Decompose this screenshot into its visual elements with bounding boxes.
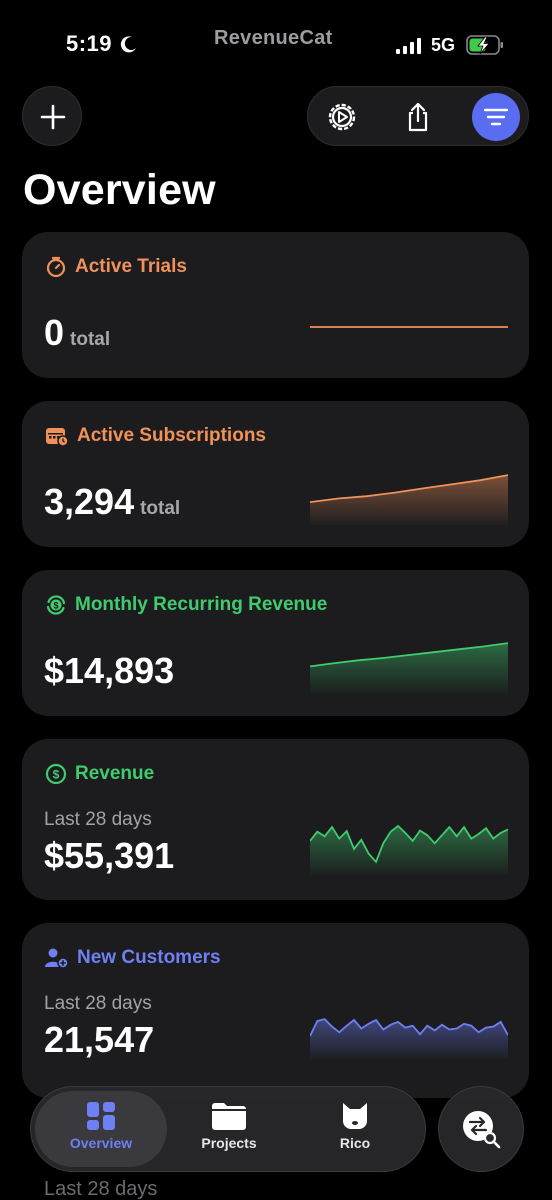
tab-projects[interactable]: Projects (163, 1091, 295, 1167)
tab-label: Overview (69, 1135, 133, 1151)
card-title: New Customers (77, 947, 221, 968)
top-toolbar (307, 86, 529, 146)
share-button[interactable] (394, 93, 442, 141)
card-value: 3,294 total (44, 481, 181, 522)
recurring-dollar-icon: $ (46, 595, 66, 615)
filter-icon (483, 108, 509, 126)
mrr-card[interactable]: $ Monthly Recurring Revenue $14,893 (22, 570, 529, 716)
page-title: Overview (23, 166, 216, 214)
user-add-icon (45, 948, 69, 969)
status-time: 5:19 (66, 31, 113, 56)
sparkline-trials (310, 326, 508, 328)
active-trials-card[interactable]: Active Trials 0 total (22, 232, 529, 378)
search-switch-icon (463, 1111, 501, 1149)
card-title: Active Trials (75, 256, 187, 277)
signal-icon (396, 38, 421, 54)
plus-icon (40, 104, 66, 130)
tab-rico[interactable]: Rico (289, 1091, 421, 1167)
search-button[interactable] (438, 1086, 524, 1172)
card-unit: total (140, 498, 181, 519)
sparkline-area (310, 1019, 508, 1059)
status-bar: 5:19 RevenueCat 5G (0, 0, 552, 80)
network-type: 5G (431, 35, 456, 55)
sparkline-area (310, 643, 508, 694)
timer-icon (46, 256, 66, 278)
sparkline-subscriptions (310, 474, 508, 525)
card-header: New Customers (45, 947, 221, 969)
card-value: 0 total (44, 312, 111, 353)
sparkline-revenue (310, 824, 508, 875)
card-title: Revenue (75, 763, 155, 784)
card-unit: total (70, 329, 111, 350)
screen: 5:19 RevenueCat 5G Overview Active Trial… (0, 0, 552, 1200)
sparkline-customers (310, 1018, 508, 1059)
add-button[interactable] (22, 86, 82, 146)
card-header: Active Subscriptions (45, 425, 266, 447)
tab-bar: Overview Projects Rico (30, 1086, 426, 1172)
dollar-circle-icon: $ (45, 763, 67, 785)
tab-overview[interactable]: Overview (35, 1091, 167, 1167)
card-value: $55,391 (44, 835, 175, 876)
tab-label: Projects (201, 1135, 257, 1151)
calendar-icon (46, 428, 69, 447)
share-icon (408, 102, 428, 132)
new-customers-card[interactable]: New Customers Last 28 days 21,547 (22, 923, 529, 1098)
cat-icon (343, 1103, 367, 1129)
sparkline-mrr (310, 642, 508, 694)
filter-button[interactable] (472, 93, 520, 141)
card-header: $ Revenue (45, 763, 154, 785)
active-subscriptions-card[interactable]: Active Subscriptions 3,294 total (22, 401, 529, 547)
card-value: $14,893 (44, 650, 175, 691)
settings-button[interactable] (318, 93, 366, 141)
next-card-sublabel: Last 28 days (44, 1178, 158, 1200)
revenue-card[interactable]: $ Revenue Last 28 days $55,391 (22, 739, 529, 900)
card-sublabel: Last 28 days (44, 993, 152, 1014)
svg-text:$: $ (53, 768, 60, 782)
svg-text:$: $ (53, 601, 58, 611)
card-header: $ Monthly Recurring Revenue (45, 594, 327, 616)
card-title: Active Subscriptions (77, 425, 266, 446)
card-header: Active Trials (45, 256, 187, 278)
folder-icon (212, 1103, 246, 1130)
card-title: Monthly Recurring Revenue (75, 594, 328, 615)
battery-charging-icon (466, 35, 503, 55)
brand-logo: RevenueCat (214, 27, 333, 49)
settings-icon (328, 103, 356, 131)
card-value: 21,547 (44, 1019, 155, 1060)
tab-label: Rico (339, 1135, 371, 1151)
sparkline-area (310, 475, 508, 525)
card-sublabel: Last 28 days (44, 809, 152, 830)
moon-icon (120, 36, 136, 53)
dashboard-icon (87, 1102, 115, 1130)
